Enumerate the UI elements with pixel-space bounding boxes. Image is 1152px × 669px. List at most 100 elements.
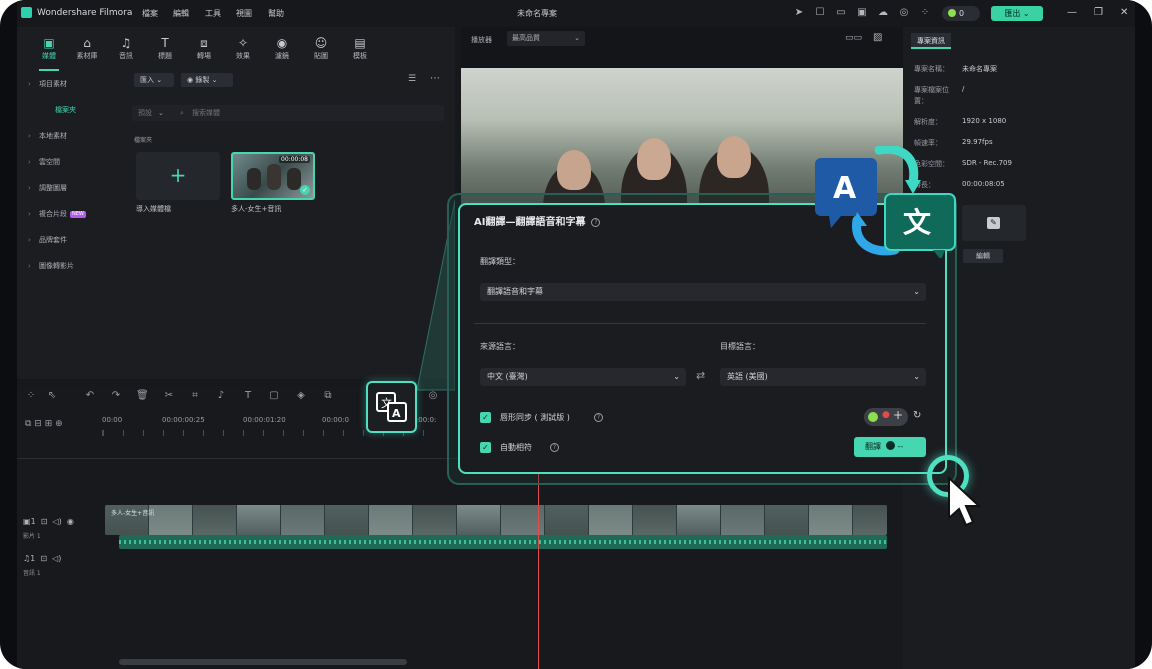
filter-sort-icon[interactable]: ☰ <box>408 74 416 84</box>
video-clip[interactable]: 多人-女生+音訊 <box>105 505 887 535</box>
source-language-select[interactable]: 中文 (臺灣) ⌄ <box>480 368 686 386</box>
lipsync-checkbox[interactable]: ✓ <box>480 412 491 423</box>
audio-waveform-clip[interactable] <box>119 535 887 549</box>
sidebar-item-compound-clip[interactable]: 複合片段NEW <box>23 206 114 223</box>
credit-coin-icon <box>868 412 878 422</box>
refresh-icon[interactable]: ↻ <box>913 410 921 421</box>
record-button[interactable]: ◉ 錄製 ⌄ <box>181 73 233 87</box>
maximize-icon[interactable]: ❐ <box>1094 7 1103 18</box>
audio-icon: ♫ <box>120 36 132 50</box>
translate-button[interactable]: 翻譯 -- <box>854 437 926 457</box>
sidebar-item-image-to-video[interactable]: 圖像轉影片 <box>23 258 114 275</box>
tab-stickers[interactable]: ☺ 貼圖 <box>306 35 336 61</box>
crop-icon[interactable]: ⌗ <box>189 390 201 402</box>
tab-effects[interactable]: ✧ 效果 <box>228 35 258 61</box>
audio-track-controls[interactable]: ♫1 ⊡ ◁) <box>23 554 61 563</box>
target-language-select[interactable]: 英語 (美國) ⌄ <box>720 368 926 386</box>
lipsync-label: 唇形同步 ( 測試版 ) <box>500 413 570 422</box>
timeline-scrollbar[interactable] <box>119 659 407 665</box>
import-label: 匯入 <box>140 76 154 84</box>
filmstrip-frame <box>677 505 721 535</box>
credit-coin-icon <box>948 9 956 17</box>
snapshot-icon[interactable]: ▨ <box>873 32 882 43</box>
media-clip-thumbnail[interactable]: 00:00:08 ✓ <box>231 152 315 200</box>
media-search-bar[interactable]: 預設 ⌄ ⌕ 搜索媒體 <box>132 105 444 121</box>
filmstrip-frame <box>369 505 413 535</box>
autofit-checkbox[interactable]: ✓ <box>480 442 491 453</box>
tab-audio[interactable]: ♫ 音訊 <box>111 35 141 61</box>
text-tool-icon[interactable]: T <box>242 390 254 402</box>
import-media-tile[interactable]: + <box>136 152 220 200</box>
chevron-down-icon: ⌄ <box>913 372 920 381</box>
tab-media[interactable]: ▣ 媒體 <box>34 35 64 61</box>
lipsync-credits-toggle[interactable]: ● + <box>864 408 908 426</box>
effects-icon: ✧ <box>237 36 249 50</box>
effects-tool-icon[interactable]: ◈ <box>295 390 307 402</box>
more-options-icon[interactable]: ⋯ <box>430 73 440 84</box>
sidebar-item-folder[interactable]: 檔案夾 <box>23 102 114 119</box>
support-icon[interactable]: ◎ <box>898 7 910 19</box>
sidebar-item-local-media[interactable]: 本地素材 <box>23 128 114 145</box>
tab-templates[interactable]: ▤ 模板 <box>345 35 375 61</box>
help-icon[interactable]: ? <box>591 218 601 227</box>
undo-icon[interactable]: ↶ <box>84 390 96 402</box>
save-icon[interactable]: ▣ <box>856 7 868 19</box>
cut-icon[interactable]: ✂ <box>163 390 175 402</box>
menu-view[interactable]: 視圖 <box>236 8 252 19</box>
tab-project-info[interactable]: 專案資訊 <box>911 33 951 49</box>
menu-edit[interactable]: 編輯 <box>173 8 189 19</box>
send-icon[interactable]: ➤ <box>793 7 805 19</box>
delete-icon[interactable]: 🗑 <box>136 390 149 402</box>
import-tile-label: 導入媒體檔 <box>136 205 171 213</box>
media-sidebar: 項目素材 檔案夾 本地素材 雲空間 調整圖層 複合片段NEW 品牌套件 圖像轉影… <box>17 73 124 419</box>
grid-apps-icon[interactable]: ⁘ <box>919 7 931 19</box>
quality-dropdown[interactable]: 最高品質 ⌄ <box>507 31 585 46</box>
tab-stock[interactable]: ⌂ 素材庫 <box>72 35 102 61</box>
video-track-controls[interactable]: ▣1 ⊡ ◁) ◉ <box>23 517 74 526</box>
cycle-arrow-head <box>905 180 921 194</box>
lipsync-help-icon[interactable]: ? <box>594 413 603 422</box>
close-icon[interactable]: ✕ <box>1120 7 1128 18</box>
video-track-label: 影片 1 <box>23 533 41 540</box>
export-button[interactable]: 匯出 ⌄ <box>991 6 1043 21</box>
translation-type-select[interactable]: 翻譯語音和字幕 ⌄ <box>480 283 926 301</box>
compare-view-icon[interactable]: ▭▭ <box>845 33 862 43</box>
playhead[interactable] <box>538 474 539 669</box>
new-badge: NEW <box>70 211 86 218</box>
menu-help[interactable]: 幫助 <box>268 8 284 19</box>
transform-icon[interactable]: ⧉ <box>322 390 334 402</box>
chevron-down-icon: ⌄ <box>574 34 580 42</box>
tab-transitions[interactable]: ⧈ 轉場 <box>189 35 219 61</box>
sidebar-item-adjustment-layer[interactable]: 調整圖層 <box>23 180 114 197</box>
select-tool-icon[interactable]: ⇖ <box>46 390 58 402</box>
feedback-icon[interactable]: ☐ <box>814 7 826 19</box>
tab-titles[interactable]: T 標題 <box>150 35 180 61</box>
info-value-resolution: 1920 x 1080 <box>962 117 1007 125</box>
track-tools-icon[interactable]: ⧉ ⊟ ⊞ ⊕ <box>25 419 63 429</box>
ai-translate-feature-icon: 文 A <box>366 381 417 433</box>
credits-badge[interactable]: 0 <box>942 6 980 21</box>
edit-thumbnail-button[interactable]: 編輯 <box>963 249 1003 263</box>
tab-filters[interactable]: ◉ 濾鏡 <box>267 35 297 61</box>
layout-icon[interactable]: ⁘ <box>25 390 37 402</box>
sidebar-item-cloud[interactable]: 雲空間 <box>23 154 114 171</box>
mask-icon[interactable]: ▢ <box>268 390 280 402</box>
menu-file[interactable]: 檔案 <box>142 8 158 19</box>
search-input[interactable]: 搜索媒體 <box>192 105 220 121</box>
edit-pencil-icon[interactable]: ✎ <box>987 217 1000 229</box>
sidebar-item-project-media[interactable]: 項目素材 <box>23 76 114 93</box>
translate-illustration: A 文 <box>815 146 956 258</box>
import-button[interactable]: 匯入 ⌄ <box>134 73 174 87</box>
translate-icon: 文 A <box>376 392 407 422</box>
cloud-icon[interactable]: ☁ <box>877 7 889 19</box>
swap-languages-icon[interactable]: ⇄ <box>696 369 705 382</box>
monitor-icon[interactable]: ▭ <box>835 7 847 19</box>
minimize-icon[interactable]: — <box>1067 7 1077 18</box>
default-view-dropdown[interactable]: 預設 <box>138 105 152 121</box>
sidebar-item-brand-kit[interactable]: 品牌套件 <box>23 232 114 249</box>
autofit-help-icon[interactable]: ? <box>550 443 559 452</box>
audio-edit-icon[interactable]: ♪ <box>215 390 227 402</box>
filmstrip-frame <box>149 505 193 535</box>
redo-icon[interactable]: ↷ <box>110 390 122 402</box>
menu-tools[interactable]: 工具 <box>205 8 221 19</box>
